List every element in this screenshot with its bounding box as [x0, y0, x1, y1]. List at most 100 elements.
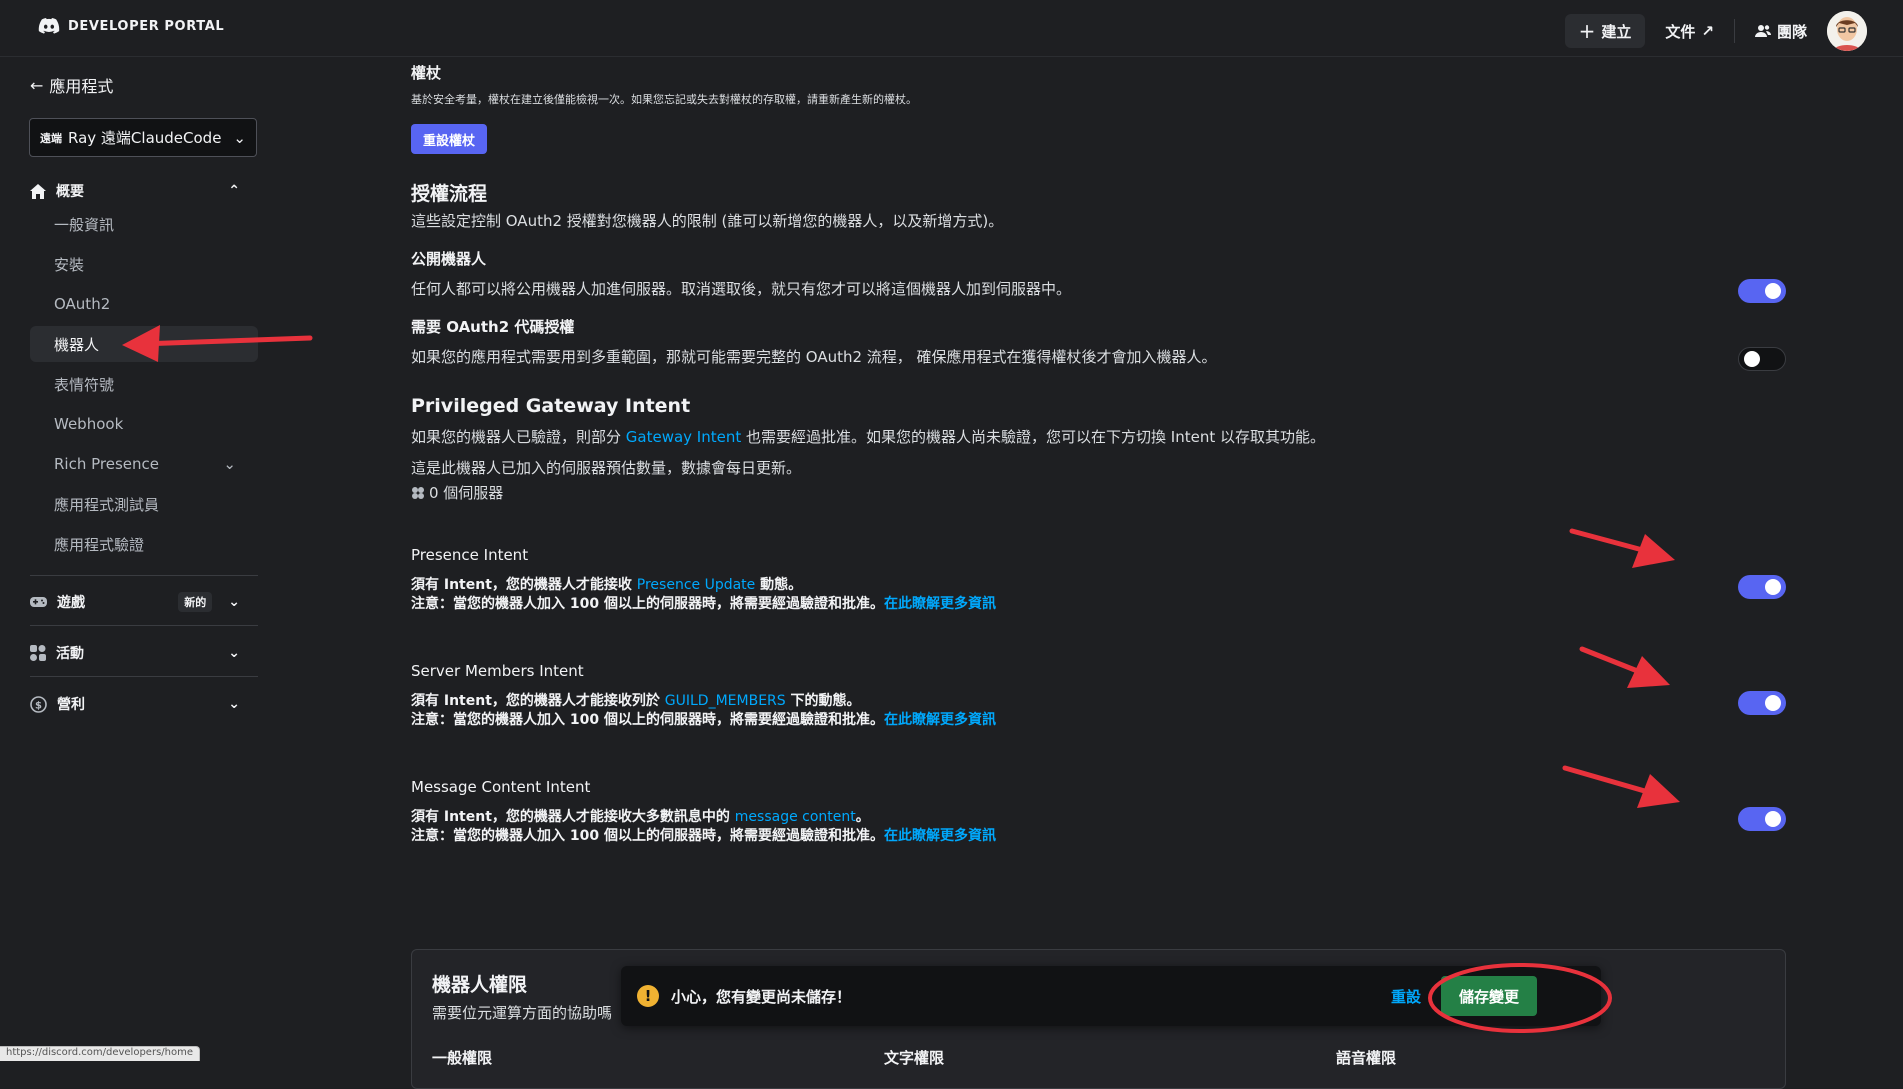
- oauth2-grant-toggle[interactable]: [1738, 347, 1786, 371]
- sidebar-item-label: 應用程式驗證: [54, 535, 145, 554]
- toggle-knob: [1765, 283, 1781, 299]
- text: 注意：當您的機器人加入 100 個以上的伺服器時，將需要經過驗證和批准。: [411, 596, 884, 612]
- sidebar-item-bot[interactable]: 機器人: [30, 326, 258, 362]
- top-bar: DEVELOPER PORTAL + 建立 文件 ↗ 團隊: [0, 0, 1903, 57]
- chevron-down-icon: ⌄: [228, 594, 240, 610]
- chevron-down-icon: ⌄: [223, 455, 236, 473]
- text: 須有 Intent，您的機器人才能接收列於: [411, 693, 665, 709]
- message-content-intent-description: 須有 Intent，您的機器人才能接收大多數訊息中的 message conte…: [411, 806, 870, 826]
- text: 注意：當您的機器人加入 100 個以上的伺服器時，將需要經過驗證和批准。: [411, 828, 884, 844]
- reset-changes-link[interactable]: 重設: [1391, 986, 1421, 1007]
- brand-title: DEVELOPER PORTAL: [68, 18, 225, 34]
- new-badge: 新的: [178, 592, 213, 612]
- privileged-intents-title: Privileged Gateway Intent: [411, 395, 691, 417]
- brand[interactable]: DEVELOPER PORTAL: [38, 18, 224, 34]
- team-icon: [1754, 25, 1771, 37]
- docs-link[interactable]: 文件 ↗: [1659, 21, 1720, 42]
- learn-more-link[interactable]: 在此瞭解更多資訊: [884, 596, 996, 612]
- sidebar-item-emojis[interactable]: 表情符號: [30, 366, 258, 402]
- oauth2-grant-title: 需要 OAuth2 代碼授權: [411, 318, 575, 336]
- public-bot-toggle[interactable]: [1738, 279, 1786, 303]
- oauth2-grant-description: 如果您的應用程式需要用到多重範圍，那就可能需要完整的 OAuth2 流程， 確保…: [411, 348, 1217, 366]
- sidebar-item-oauth2[interactable]: OAuth2: [30, 286, 258, 322]
- create-button[interactable]: + 建立: [1564, 14, 1646, 48]
- sidebar-item-app-testers[interactable]: 應用程式測試員: [30, 486, 258, 522]
- unsaved-changes-notice: ! 小心，您有變更尚未儲存！ 重設 儲存變更: [621, 966, 1601, 1026]
- monetization-icon: $: [30, 695, 47, 713]
- server-members-intent-toggle[interactable]: [1738, 691, 1786, 715]
- presence-intent-note: 注意：當您的機器人加入 100 個以上的伺服器時，將需要經過驗證和批准。在此瞭解…: [411, 593, 996, 613]
- app-icon-label: 遠端: [40, 131, 62, 145]
- sidebar-item-label: 安裝: [54, 255, 85, 274]
- text: 如果您的機器人已驗證，則部分: [411, 428, 626, 446]
- activities-heading: 活動: [56, 646, 84, 662]
- home-icon: [30, 183, 46, 199]
- general-permissions-heading: 一般權限: [432, 1049, 493, 1067]
- sidebar-item-label: 應用程式測試員: [54, 495, 160, 514]
- server-count: 0 個伺服器: [411, 482, 503, 503]
- sidebar-item-label: Webhook: [54, 415, 124, 433]
- back-to-applications-link[interactable]: ← 應用程式: [30, 73, 113, 97]
- divider: [1733, 19, 1735, 43]
- reset-token-button[interactable]: 重設權杖: [411, 124, 488, 154]
- overview-heading: 概要: [56, 184, 84, 200]
- docs-label: 文件: [1665, 22, 1696, 41]
- chevron-down-icon: ⌄: [228, 645, 240, 661]
- team-label: 團隊: [1776, 22, 1807, 41]
- message-content-intent-toggle[interactable]: [1738, 807, 1786, 831]
- sidebar: ← 應用程式 遠端 Ray 遠端ClaudeCode ⌄ 概要 ⌃ 一般資訊 安…: [0, 58, 280, 1060]
- chevron-up-icon: ⌃: [228, 183, 240, 199]
- text: 也需要經過批准。如果您的機器人尚未驗證，您可以在下方切換 Intent 以存取其…: [741, 428, 1325, 446]
- sidebar-item-webhooks[interactable]: Webhook: [30, 406, 258, 442]
- voice-permissions-heading: 語音權限: [1336, 1049, 1397, 1067]
- gamepad-icon: [30, 597, 47, 607]
- nav-section-overview[interactable]: 概要 ⌃: [30, 181, 240, 201]
- sidebar-item-label: OAuth2: [54, 295, 111, 313]
- save-changes-button[interactable]: 儲存變更: [1441, 976, 1538, 1016]
- divider: [30, 676, 258, 677]
- text: 須有 Intent，您的機器人才能接收: [411, 577, 637, 593]
- sidebar-item-installation[interactable]: 安裝: [30, 246, 258, 282]
- server-members-intent-description: 須有 Intent，您的機器人才能接收列於 GUILD_MEMBERS 下的動態…: [411, 690, 861, 710]
- text: 下的動態。: [785, 693, 861, 709]
- divider: [30, 575, 258, 576]
- user-avatar[interactable]: [1827, 11, 1867, 51]
- sidebar-item-general-info[interactable]: 一般資訊: [30, 206, 258, 242]
- learn-more-link[interactable]: 在此瞭解更多資訊: [884, 828, 996, 844]
- external-link-icon: ↗: [1701, 22, 1714, 40]
- learn-more-link[interactable]: 在此瞭解更多資訊: [884, 712, 996, 728]
- reset-token-label: 重設權杖: [423, 133, 476, 149]
- arrow-left-icon: ←: [30, 75, 44, 95]
- token-description: 基於安全考量，權杖在建立後僅能檢視一次。如果您忘記或失去對權杖的存取權，請重新產…: [411, 93, 917, 106]
- chevron-down-icon: ⌄: [228, 696, 240, 712]
- app-name: Ray 遠端ClaudeCode: [68, 129, 222, 147]
- sidebar-item-label: 機器人: [54, 335, 100, 354]
- status-bar-url: https://discord.com/developers/home: [0, 1046, 200, 1061]
- nav-section-games[interactable]: 遊戲 新的 ⌄: [30, 592, 240, 612]
- create-label: 建立: [1601, 22, 1632, 41]
- message-content-link[interactable]: message content: [735, 809, 856, 825]
- toggle-knob: [1765, 811, 1781, 827]
- token-title: 權杖: [411, 64, 442, 82]
- text-permissions-heading: 文字權限: [884, 1049, 945, 1067]
- public-bot-title: 公開機器人: [411, 250, 487, 268]
- toggle-knob: [1765, 579, 1781, 595]
- plus-icon: +: [1578, 19, 1596, 43]
- sidebar-item-rich-presence[interactable]: Rich Presence ⌄: [30, 446, 258, 482]
- gateway-intent-link[interactable]: Gateway Intent: [626, 428, 741, 446]
- application-selector[interactable]: 遠端 Ray 遠端ClaudeCode ⌄: [29, 118, 257, 157]
- message-content-intent-note: 注意：當您的機器人加入 100 個以上的伺服器時，將需要經過驗證和批准。在此瞭解…: [411, 825, 996, 845]
- svg-text:$: $: [35, 700, 42, 711]
- main-content: 權杖 基於安全考量，權杖在建立後僅能檢視一次。如果您忘記或失去對權杖的存取權，請…: [411, 58, 1791, 1089]
- nav-section-monetization[interactable]: $ 營利 ⌄: [30, 694, 240, 714]
- guild-members-link[interactable]: GUILD_MEMBERS: [665, 693, 786, 709]
- text: 。: [855, 809, 870, 825]
- sidebar-item-app-verification[interactable]: 應用程式驗證: [30, 526, 258, 562]
- nav-section-activities[interactable]: 活動 ⌄: [30, 643, 240, 663]
- text: 須有 Intent，您的機器人才能接收大多數訊息中的: [411, 809, 735, 825]
- presence-intent-toggle[interactable]: [1738, 575, 1786, 599]
- save-changes-label: 儲存變更: [1459, 987, 1520, 1006]
- team-link[interactable]: 團隊: [1749, 21, 1813, 42]
- presence-update-link[interactable]: Presence Update: [637, 577, 756, 593]
- divider: [30, 625, 258, 626]
